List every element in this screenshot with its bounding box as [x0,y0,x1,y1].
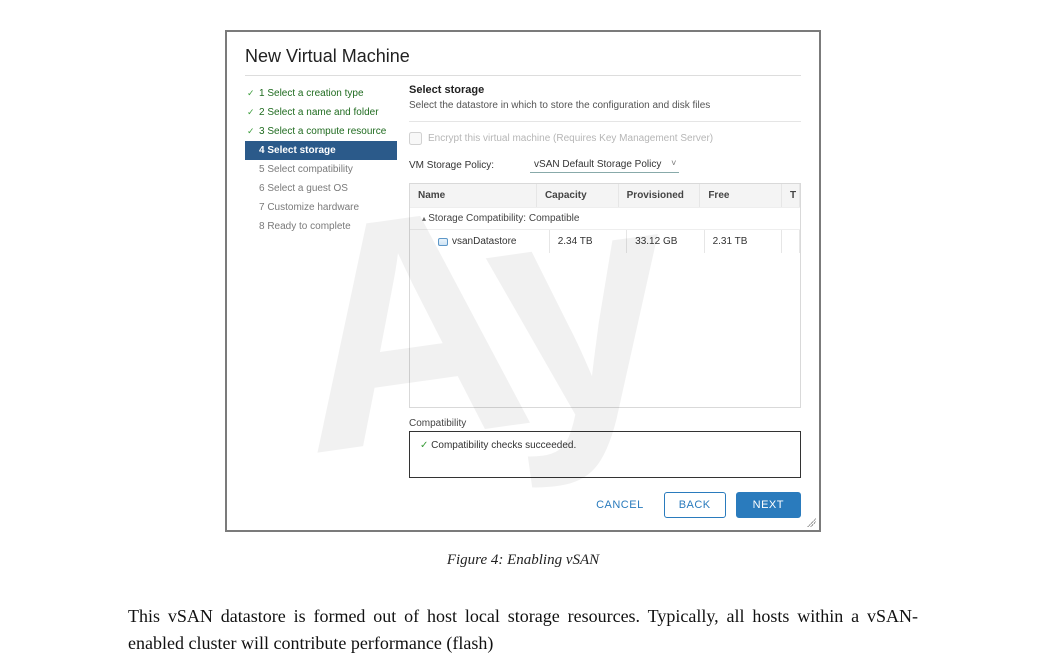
pane-subtitle: Select the datastore in which to store t… [409,96,801,122]
step-ready[interactable]: 8 Ready to complete [245,217,397,236]
step-creation-type[interactable]: 1 Select a creation type [245,84,397,103]
back-button[interactable]: BACK [664,492,726,518]
step-select-storage[interactable]: 4 Select storage [245,141,397,160]
datastore-capacity: 2.34 TB [550,230,627,253]
col-provisioned[interactable]: Provisioned [619,184,701,207]
step-name-folder[interactable]: 2 Select a name and folder [245,103,397,122]
compat-heading: Compatibility [409,418,801,429]
step-compatibility[interactable]: 5 Select compatibility [245,160,397,179]
wizard-steps: 1 Select a creation type 2 Select a name… [245,84,397,524]
storage-pane: Select storage Select the datastore in w… [409,84,801,524]
col-capacity[interactable]: Capacity [537,184,619,207]
col-free[interactable]: Free [700,184,782,207]
policy-label: VM Storage Policy: [409,160,494,171]
dialog-actions: CANCEL BACK NEXT [409,478,801,524]
body-paragraph: This vSAN datastore is formed out of hos… [128,603,918,657]
datastore-grid: Name Capacity Provisioned Free T Storage… [409,183,801,408]
step-customize-hw[interactable]: 7 Customize hardware [245,198,397,217]
cancel-button[interactable]: CANCEL [586,492,654,518]
compat-message: Compatibility checks succeeded. [420,440,790,451]
step-compute-resource[interactable]: 3 Select a compute resource [245,122,397,141]
next-button[interactable]: NEXT [736,492,801,518]
datastore-provisioned: 33.12 GB [627,230,704,253]
datastore-free: 2.31 TB [705,230,782,253]
encrypt-checkbox [409,132,422,145]
compat-box: Compatibility checks succeeded. [409,431,801,478]
encrypt-row: Encrypt this virtual machine (Requires K… [409,122,801,157]
datastore-name: vsanDatastore [452,236,516,247]
col-t[interactable]: T [782,184,800,207]
datastore-row[interactable]: vsanDatastore 2.34 TB 33.12 GB 2.31 TB [410,229,800,253]
figure-caption: Figure 4: Enabling vSAN [60,552,986,569]
grid-empty-area [410,253,800,407]
dialog-title: New Virtual Machine [245,46,801,76]
resize-handle-icon[interactable] [806,517,816,527]
compat-group[interactable]: Storage Compatibility: Compatible [410,207,800,229]
datastore-t [782,230,800,253]
datastore-icon [438,238,448,246]
step-guest-os[interactable]: 6 Select a guest OS [245,179,397,198]
new-vm-dialog: New Virtual Machine 1 Select a creation … [225,30,821,532]
storage-policy-select[interactable]: vSAN Default Storage Policy [530,157,679,173]
encrypt-label: Encrypt this virtual machine (Requires K… [428,133,713,144]
grid-header: Name Capacity Provisioned Free T [410,184,800,207]
col-name[interactable]: Name [410,184,537,207]
pane-title: Select storage [409,84,801,96]
